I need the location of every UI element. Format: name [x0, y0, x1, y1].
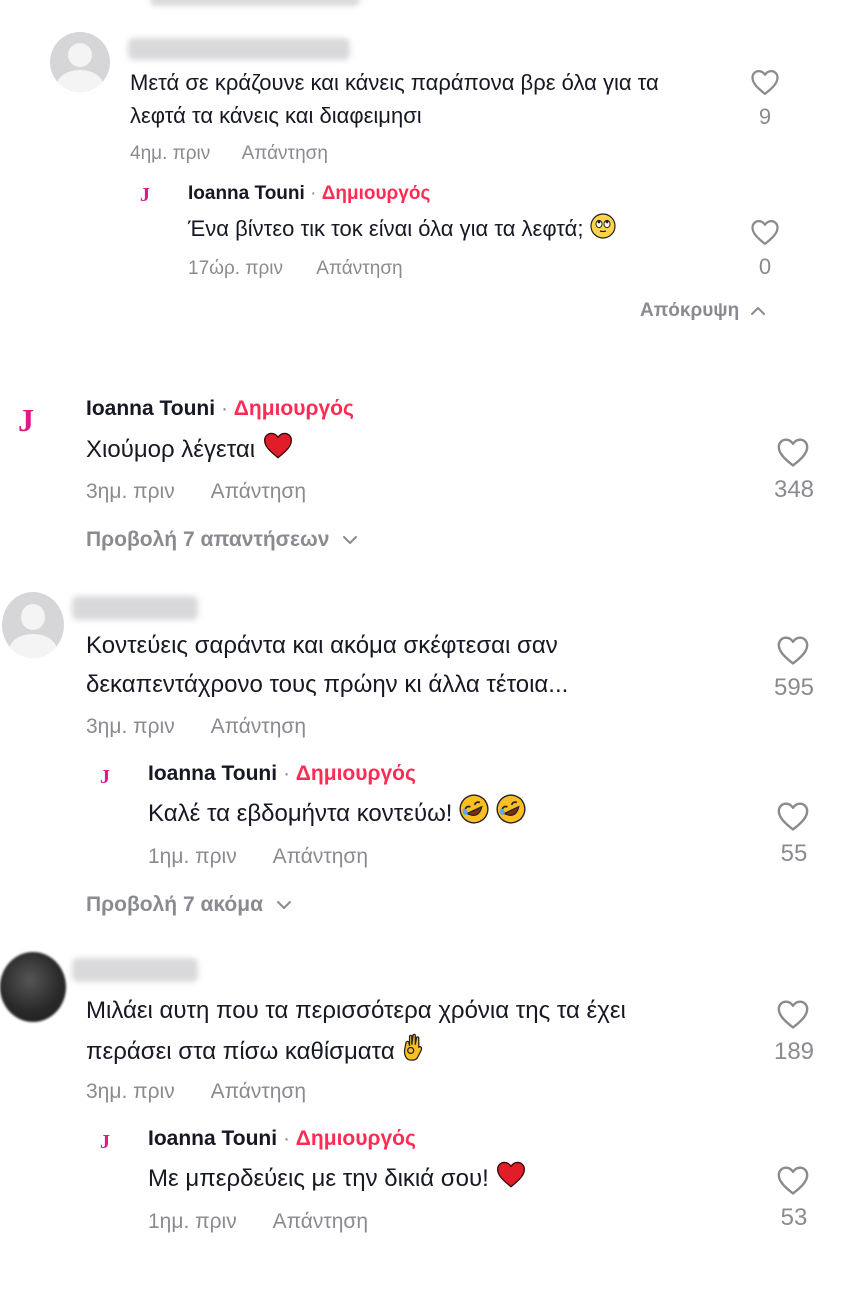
comment-text: Μετά σε κράζουνε και κάνεις παράπονα βρε… [130, 70, 659, 128]
like-count: 595 [773, 674, 815, 701]
heart-icon [777, 802, 809, 831]
separator: · [220, 397, 228, 420]
hide-replies-button[interactable]: Απόκρυψη [640, 300, 767, 322]
author-name[interactable]: Ioanna Touni [86, 397, 215, 420]
rolling-on-floor-laughing-emoji-icon [459, 794, 489, 835]
comment-text: Χιούμορ λέγεται [86, 435, 256, 463]
creator-badge: Δημιουργός [295, 1127, 416, 1150]
blurred-username [128, 38, 350, 60]
hide-label: Απόκρυψη [640, 300, 740, 321]
reply-button[interactable]: Απάντηση [273, 845, 368, 868]
creator-avatar[interactable]: J [100, 766, 110, 789]
chevron-down-icon [277, 901, 291, 909]
reply-button[interactable]: Απάντηση [242, 143, 328, 164]
creator-avatar[interactable]: J [18, 402, 34, 439]
comment-time: 17ώρ. πριν [188, 258, 283, 279]
reply-button[interactable]: Απάντηση [316, 258, 402, 279]
comment-time: 1ημ. πριν [148, 845, 237, 868]
rolling-eyes-emoji-icon [590, 213, 616, 248]
view-replies-button[interactable]: Προβολή 7 απαντήσεων [86, 528, 359, 552]
heart-icon [751, 220, 779, 245]
heart-icon [777, 438, 809, 467]
comment-text-line: Μιλάει αυτη που τα περισσότερα χρόνια τη… [86, 997, 626, 1024]
view-replies-label: Προβολή 7 απαντήσεων [86, 528, 330, 551]
like-button[interactable] [776, 998, 810, 1030]
creator-avatar[interactable]: J [100, 1131, 110, 1154]
view-more-replies-button[interactable]: Προβολή 7 ακόμα [86, 893, 293, 917]
like-count: 9 [758, 104, 772, 129]
comment-text-line: περάσει στα πίσω καθίσματα [86, 1037, 395, 1065]
comment-time: 1ημ. πριν [148, 1210, 237, 1233]
red-heart-emoji-icon [495, 1159, 527, 1200]
comment-text: Ένα βίντεο τικ τοκ είναι όλα για τα λεφτ… [188, 216, 584, 241]
like-count: 189 [773, 1038, 815, 1065]
like-button[interactable] [776, 436, 810, 468]
comment-text-line: Κοντεύεις σαράντα και ακόμα σκέφτεσαι σα… [86, 632, 558, 659]
like-button[interactable] [776, 800, 810, 832]
creator-badge: Δημιουργός [295, 762, 416, 785]
comment-text: Καλέ τα εβδομήντα κοντεύω! [148, 799, 453, 827]
blurred-username [72, 958, 198, 982]
comment-text: Με μπερδεύεις με την δικιά σου! [148, 1164, 489, 1192]
separator: · [282, 762, 290, 785]
like-count: 348 [773, 476, 815, 503]
heart-icon [777, 1000, 809, 1029]
creator-badge: Δημιουργός [233, 397, 354, 420]
rolling-on-floor-laughing-emoji-icon [496, 794, 526, 835]
separator: · [310, 183, 317, 204]
comment-time: 4ημ. πριν [130, 143, 211, 164]
heart-icon [777, 1166, 809, 1195]
like-button[interactable] [776, 634, 810, 666]
like-count: 0 [758, 254, 772, 279]
comment-text-line: δεκαπεντάχρονο τους πρώην κι άλλα τέτοια… [86, 671, 569, 698]
reply-button[interactable]: Απάντηση [273, 1210, 368, 1233]
like-button[interactable] [776, 1164, 810, 1196]
chevron-down-icon [343, 536, 358, 544]
user-avatar[interactable] [2, 592, 64, 658]
view-more-label: Προβολή 7 ακόμα [86, 893, 263, 916]
author-name[interactable]: Ioanna Touni [148, 1127, 277, 1150]
reply-button[interactable]: Απάντηση [211, 1080, 306, 1103]
reply-button[interactable]: Απάντηση [211, 480, 306, 503]
author-name[interactable]: Ioanna Touni [148, 762, 277, 785]
blurred-text-fragment [150, 0, 360, 6]
like-button[interactable] [750, 68, 780, 96]
heart-icon [777, 636, 809, 665]
reply-button[interactable]: Απάντηση [211, 715, 306, 738]
like-button[interactable] [750, 218, 780, 246]
chevron-up-icon [751, 307, 766, 315]
separator: · [282, 1127, 290, 1150]
creator-avatar[interactable]: J [140, 184, 150, 207]
comment-time: 3ημ. πριν [86, 1080, 175, 1103]
author-name[interactable]: Ioanna Touni [188, 183, 305, 204]
user-avatar[interactable] [50, 32, 110, 92]
like-count: 53 [780, 1204, 808, 1231]
comment-time: 3ημ. πριν [86, 480, 175, 503]
creator-badge: Δημιουργός [321, 183, 431, 204]
like-count: 55 [780, 840, 808, 867]
blurred-username [72, 596, 198, 620]
comment-time: 3ημ. πριν [86, 715, 175, 738]
user-avatar[interactable] [0, 952, 66, 1022]
heart-icon [751, 70, 779, 95]
ok-hand-emoji-icon [401, 1032, 425, 1073]
red-heart-emoji-icon [262, 430, 294, 471]
